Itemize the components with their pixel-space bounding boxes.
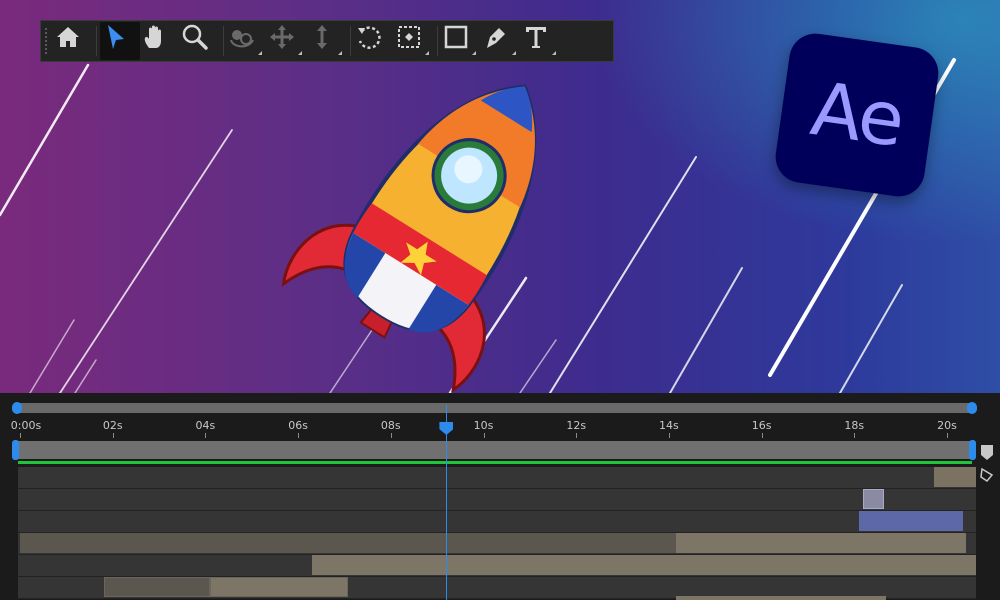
layer-duration-bar-inactive[interactable] (20, 533, 676, 553)
time-ruler-tick (20, 433, 21, 438)
rectangle-tool-button[interactable] (441, 22, 481, 60)
dolly-camera-tool-button[interactable] (307, 22, 347, 60)
layer-duration-bar-inactive[interactable] (104, 577, 210, 597)
timeline-panel: 0:00s 02s 04s 06s 08s 10s 12s 14s 16s 18s 20s (0, 393, 1000, 600)
layer-duration-bar[interactable] (934, 467, 976, 487)
toolbar-separator (223, 26, 224, 56)
time-ruler-tick (854, 433, 856, 438)
tool-flyout-indicator (472, 51, 476, 55)
logo-text: Ae (806, 66, 908, 164)
toolbar-separator (350, 26, 351, 56)
pen-tool-button[interactable] (481, 22, 521, 60)
rectangle-tool-icon (444, 25, 468, 49)
time-ruler-label: 16s (751, 419, 772, 432)
home-icon (57, 27, 79, 47)
layer-duration-bar[interactable] (312, 555, 976, 575)
layer-duration-bar[interactable] (676, 596, 886, 600)
tool-flyout-indicator (512, 51, 516, 55)
time-ruler-tick (483, 433, 485, 438)
zoom-tool-icon (182, 24, 208, 50)
time-ruler-label: 08s (380, 419, 401, 432)
tool-flyout-indicator (258, 51, 262, 55)
selection-tool-button[interactable] (100, 22, 140, 60)
dolly-camera-tool-icon (317, 25, 327, 49)
time-ruler-label: 20s (937, 419, 957, 432)
layer-row[interactable] (18, 489, 976, 511)
time-ruler-label: 18s (844, 419, 865, 432)
selection-tool-icon (108, 25, 124, 49)
layer-duration-bar[interactable] (863, 489, 884, 509)
time-ruler-tick (576, 433, 578, 438)
rotation-tool-icon (358, 26, 381, 49)
hand-tool-button[interactable] (140, 22, 180, 60)
pan-camera-tool-icon (270, 25, 294, 49)
rendered-cache-indicator (18, 461, 972, 464)
time-ruler-tick (761, 433, 763, 438)
time-ruler-tick (205, 433, 207, 438)
layer-duration-bar[interactable] (676, 533, 966, 553)
time-ruler-label: 0:00s (10, 419, 42, 432)
tools-panel (40, 20, 614, 62)
rotation-tool-button[interactable] (354, 22, 394, 60)
pan-behind-tool-icon (398, 26, 420, 48)
time-ruler-tick (390, 433, 392, 438)
layer-row[interactable] (18, 533, 976, 555)
timeline-side-icons (978, 445, 996, 489)
work-area-end-handle[interactable] (969, 440, 976, 460)
panel-grip[interactable] (45, 28, 53, 54)
time-ruler-tick (668, 433, 670, 438)
type-tool-button[interactable] (521, 22, 561, 60)
time-ruler-label: 04s (195, 419, 216, 432)
time-ruler[interactable]: 0:00s 02s 04s 06s 08s 10s 12s 14s 16s 18s 20s (0, 415, 1000, 438)
layer-row[interactable] (18, 467, 976, 489)
pan-camera-tool-button[interactable] (267, 22, 307, 60)
layer-duration-bar[interactable] (210, 577, 348, 597)
pan-behind-tool-button[interactable] (394, 22, 434, 60)
zoom-tool-button[interactable] (180, 22, 220, 60)
comp-marker-icon[interactable] (978, 445, 996, 485)
orbit-camera-tool-icon (230, 30, 254, 48)
type-tool-icon (526, 27, 546, 48)
toolbar-separator (96, 26, 97, 56)
time-navigator-end-handle[interactable] (967, 402, 977, 414)
tool-flyout-indicator (552, 51, 556, 55)
time-ruler-tick (112, 433, 114, 438)
home-button[interactable] (53, 22, 93, 60)
composition-viewer[interactable]: Ae (0, 0, 1000, 393)
time-navigator-start-handle[interactable] (12, 402, 22, 414)
work-area-start-handle[interactable] (12, 440, 19, 460)
time-ruler-label: 14s (659, 419, 679, 432)
toolbar-separator (437, 26, 438, 56)
time-navigator-bar[interactable] (18, 403, 972, 413)
layer-row[interactable] (18, 555, 976, 577)
layer-row[interactable] (18, 577, 976, 600)
tool-flyout-indicator (425, 51, 429, 55)
tool-flyout-indicator (338, 51, 342, 55)
pen-tool-icon (487, 28, 505, 48)
time-ruler-tick (947, 433, 948, 438)
time-ruler-label: 10s (473, 419, 494, 432)
orbit-camera-tool-button[interactable] (227, 22, 267, 60)
time-ruler-label: 06s (288, 419, 308, 432)
after-effects-logo: Ae (772, 30, 942, 200)
work-area-bar[interactable] (18, 441, 972, 459)
tool-flyout-indicator (298, 51, 302, 55)
layer-duration-bar[interactable] (859, 511, 963, 531)
time-ruler-label: 02s (102, 419, 123, 432)
hand-tool-icon (144, 25, 161, 48)
layer-row[interactable] (18, 511, 976, 533)
time-ruler-tick (298, 433, 300, 438)
time-ruler-label: 12s (566, 419, 587, 432)
